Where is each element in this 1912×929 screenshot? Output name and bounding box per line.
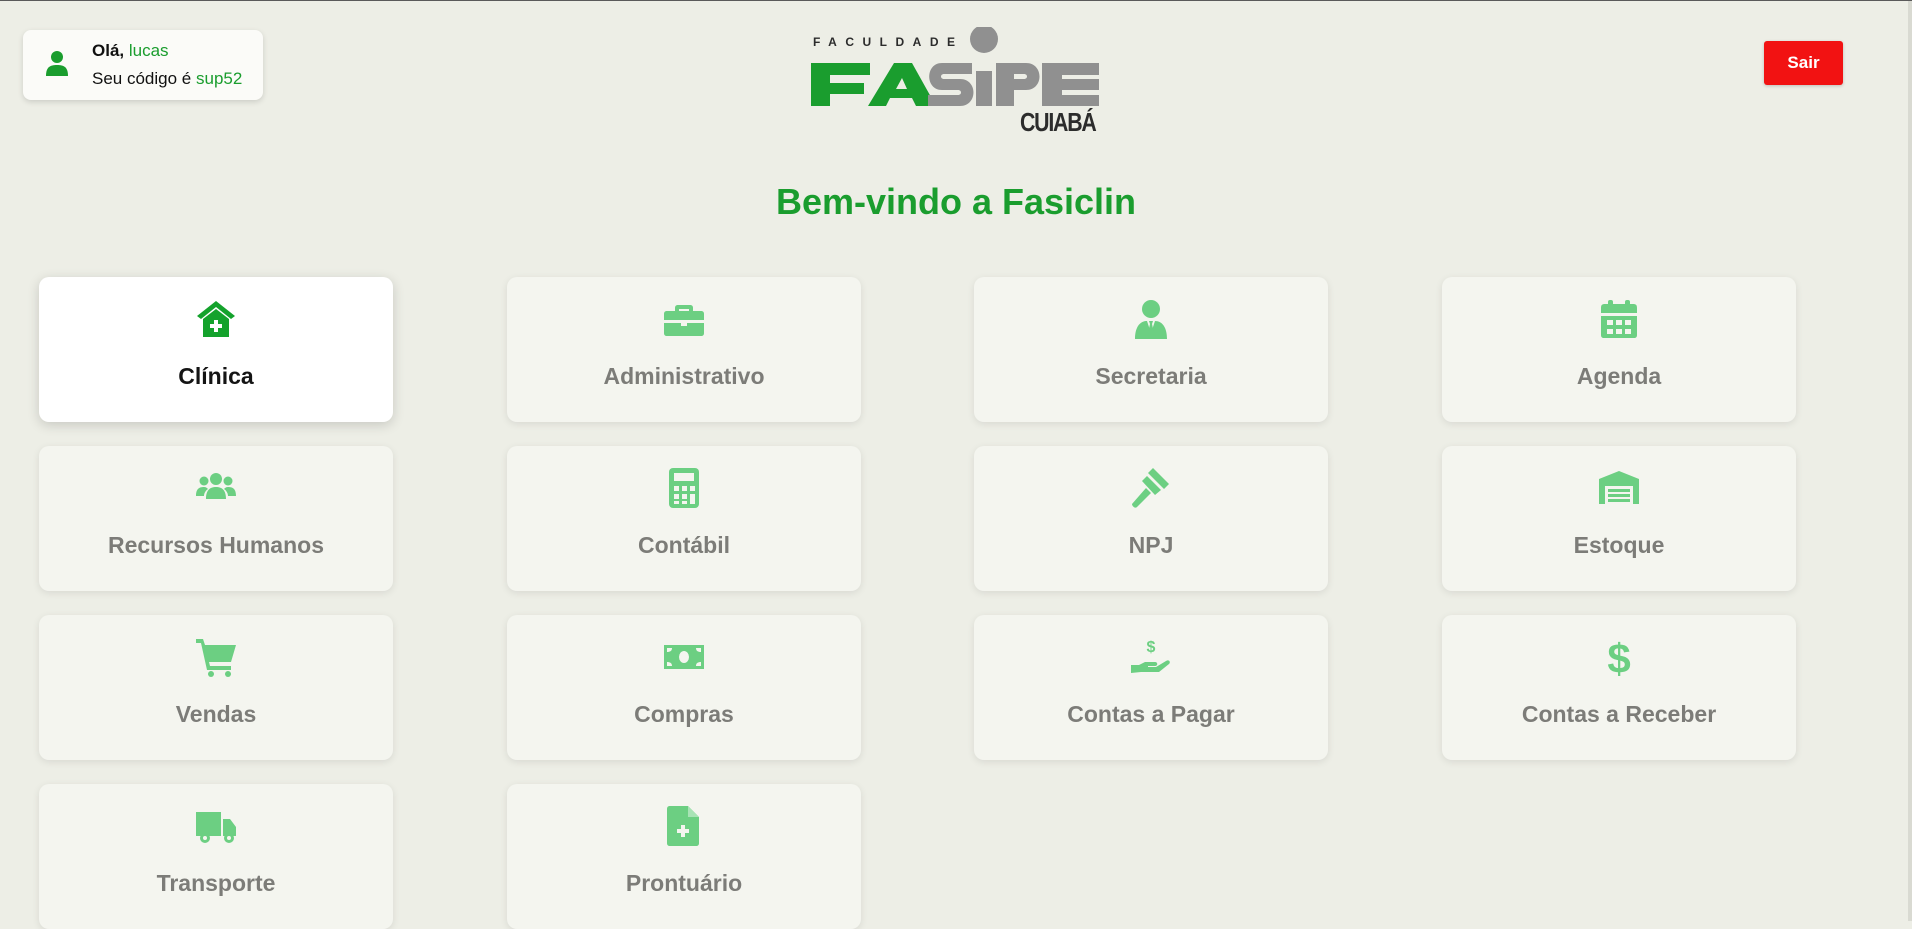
tile-contabil[interactable]: Contábil: [507, 446, 861, 591]
tile-vendas[interactable]: Vendas: [39, 615, 393, 760]
code-prefix: Seu código é: [92, 69, 192, 88]
user-tie-icon: [1131, 299, 1171, 339]
tile-transporte[interactable]: Transporte: [39, 784, 393, 929]
tile-prontuario[interactable]: Prontuário: [507, 784, 861, 929]
svg-text:$: $: [1607, 637, 1630, 677]
warehouse-icon: [1599, 468, 1639, 508]
user-icon: [46, 51, 68, 76]
medical-file-icon: [664, 806, 704, 846]
greeting-prefix: Olá,: [92, 41, 125, 60]
tile-label: NPJ: [1128, 532, 1174, 558]
greeting-line: Olá, lucas: [92, 41, 169, 61]
logo-city-text: CUIABÁ: [1020, 107, 1097, 137]
tile-label: Clínica: [178, 363, 254, 389]
tile-clinica[interactable]: Clínica: [39, 277, 393, 422]
tile-contas-a-receber[interactable]: $ Contas a Receber: [1442, 615, 1796, 760]
tile-npj[interactable]: NPJ: [974, 446, 1328, 591]
user-code: sup52: [195, 69, 243, 88]
users-icon: [196, 468, 236, 508]
tile-label: Vendas: [175, 701, 257, 727]
gavel-icon: [1131, 468, 1171, 508]
tile-label: Administrativo: [603, 363, 765, 389]
calculator-icon: [664, 468, 704, 508]
tile-estoque[interactable]: Estoque: [1442, 446, 1796, 591]
tile-label: Transporte: [156, 870, 276, 896]
money-bill-icon: [664, 637, 704, 677]
hand-dollar-icon: $: [1131, 637, 1171, 677]
briefcase-icon: [664, 299, 704, 339]
tile-label: Contábil: [638, 532, 730, 558]
clinic-icon: [196, 299, 236, 339]
tile-label: Secretaria: [1095, 363, 1207, 389]
tile-label: Recursos Humanos: [107, 532, 324, 558]
tile-label: Contas a Pagar: [1067, 701, 1235, 727]
tile-label: Prontuário: [625, 870, 743, 896]
fasipe-logo: FACULDADE CUIABÁ: [808, 27, 1102, 142]
user-name: lucas: [128, 41, 169, 60]
tile-label: Agenda: [1576, 363, 1662, 389]
tile-recursos-humanos[interactable]: Recursos Humanos: [39, 446, 393, 591]
tile-agenda[interactable]: Agenda: [1442, 277, 1796, 422]
tile-contas-a-pagar[interactable]: $ Contas a Pagar: [974, 615, 1328, 760]
svg-text:$: $: [1147, 639, 1156, 656]
calendar-icon: [1599, 299, 1639, 339]
tile-label: Estoque: [1573, 532, 1665, 558]
window-edge: [1908, 1, 1912, 921]
tile-label: Compras: [634, 701, 734, 727]
cart-icon: [196, 637, 236, 677]
tile-label: Contas a Receber: [1521, 701, 1717, 727]
truck-icon: [196, 806, 236, 846]
tile-administrativo[interactable]: Administrativo: [507, 277, 861, 422]
logout-button[interactable]: Sair: [1764, 41, 1843, 85]
page-title: Bem-vindo a Fasiclin: [775, 181, 1137, 222]
user-code-line: Seu código é sup52: [92, 69, 242, 89]
user-info-card: Olá, lucas Seu código é sup52: [23, 30, 263, 100]
tile-secretaria[interactable]: Secretaria: [974, 277, 1328, 422]
dollar-icon: $: [1599, 637, 1639, 677]
tile-compras[interactable]: Compras: [507, 615, 861, 760]
